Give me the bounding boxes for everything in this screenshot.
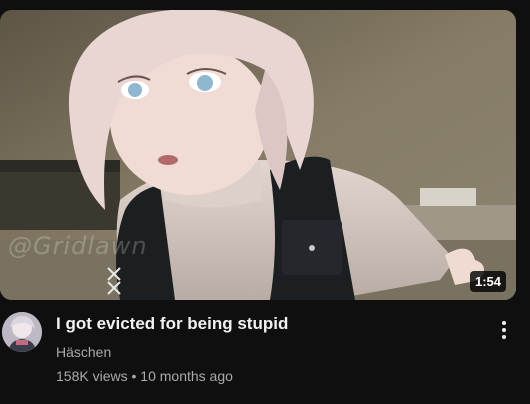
view-count: 158K views: [56, 368, 128, 384]
vertical-ellipsis-icon: [502, 321, 506, 325]
channel-avatar[interactable]: [2, 312, 42, 352]
avatar-icon: [2, 312, 42, 352]
channel-name[interactable]: Häschen: [56, 342, 476, 362]
video-meta: I got evicted for being stupid Häschen 1…: [56, 312, 476, 386]
duration-badge: 1:54: [469, 271, 506, 292]
video-title[interactable]: I got evicted for being stupid: [56, 312, 476, 336]
upload-age: 10 months ago: [140, 368, 233, 384]
thumbnail-watermark: @Gridlawn: [8, 232, 148, 260]
video-stats: 158K views • 10 months ago: [56, 366, 476, 386]
vertical-ellipsis-icon: [502, 335, 506, 339]
vertical-ellipsis-icon: [502, 328, 506, 332]
stats-separator: •: [131, 368, 137, 384]
video-card[interactable]: @Gridlawn 1:54 I got evicted for being s…: [0, 0, 530, 404]
video-thumbnail[interactable]: @Gridlawn 1:54: [0, 10, 516, 300]
more-actions-button[interactable]: [494, 318, 514, 342]
